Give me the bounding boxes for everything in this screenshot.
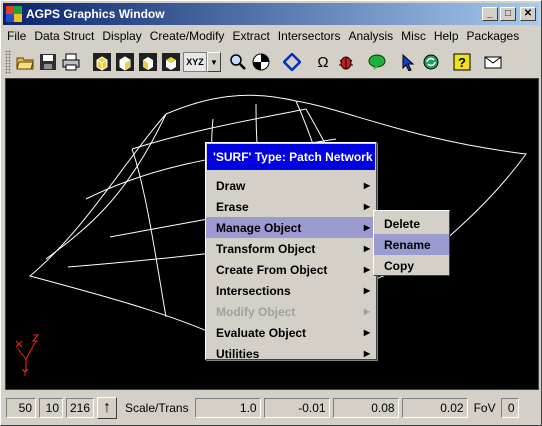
rotate-button[interactable]	[281, 51, 303, 73]
cube-top-icon	[139, 53, 157, 71]
menu-display[interactable]: Display	[98, 29, 145, 43]
ctx-item-transform-object[interactable]: Transform Object ▶	[206, 238, 376, 259]
object-context-menu: 'SURF' Type: Patch Network Draw ▶ Erase …	[205, 142, 377, 361]
menu-help[interactable]: Help	[430, 29, 463, 43]
scale-value[interactable]: 1.0	[194, 398, 261, 418]
view-top-button[interactable]	[137, 51, 159, 73]
status-field-1[interactable]: 50	[6, 398, 36, 418]
ctx-item-create-from-object[interactable]: Create From Object ▶	[206, 259, 376, 280]
chevron-down-icon[interactable]: ▼	[207, 52, 221, 72]
checker-target-icon	[252, 53, 270, 71]
pointer-arrow-icon	[402, 53, 415, 71]
save-button[interactable]	[37, 51, 59, 73]
chevron-right-icon: ▶	[363, 307, 370, 316]
mode-label: Scale/Trans	[125, 401, 189, 415]
zoom-button[interactable]	[227, 51, 249, 73]
cube-front-icon	[93, 53, 111, 71]
speech-bubble-icon	[368, 54, 386, 70]
status-bar: 50 10 216 ↑ Scale/Trans 1.0 -0.01 0.08 0…	[3, 393, 539, 423]
help-button[interactable]: ?	[451, 51, 473, 73]
chevron-right-icon: ▶	[363, 349, 370, 358]
submenu-delete[interactable]: Delete	[374, 213, 449, 234]
toolbar-grip[interactable]	[5, 50, 11, 74]
fit-button[interactable]	[250, 51, 272, 73]
ctx-item-intersections[interactable]: Intersections ▶	[206, 280, 376, 301]
chevron-right-icon: ▶	[363, 265, 370, 274]
status-field-3[interactable]: 216	[66, 398, 94, 418]
axis-triad	[15, 334, 40, 376]
submenu-rename[interactable]: Rename	[374, 234, 449, 255]
manage-object-submenu: Delete Rename Copy	[373, 210, 450, 276]
toolbar: XYZ ▼ Ω ?	[3, 47, 539, 77]
menu-misc[interactable]: Misc	[397, 29, 430, 43]
menu-extract[interactable]: Extract	[228, 29, 273, 43]
menu-bar: File Data Struct Display Create/Modify E…	[3, 26, 539, 46]
question-mark-icon: ?	[453, 53, 471, 71]
xyz-view-selector[interactable]: XYZ	[183, 52, 207, 72]
refresh-button[interactable]	[420, 51, 442, 73]
menu-analysis[interactable]: Analysis	[344, 29, 397, 43]
ctx-item-manage-object[interactable]: Manage Object ▶	[206, 217, 376, 238]
trans-z-value[interactable]: 0.02	[401, 398, 468, 418]
open-folder-button[interactable]	[14, 51, 36, 73]
comment-button[interactable]	[366, 51, 388, 73]
chevron-right-icon: ▶	[363, 223, 370, 232]
maximize-button[interactable]: □	[500, 7, 516, 21]
print-button[interactable]	[60, 51, 82, 73]
fov-label: FoV	[473, 401, 496, 415]
title-bar[interactable]: AGPS Graphics Window _ □ ✕	[3, 3, 539, 25]
printer-icon	[62, 53, 80, 71]
chevron-right-icon: ▶	[363, 202, 370, 211]
chevron-right-icon: ▶	[363, 244, 370, 253]
magnifier-icon	[230, 54, 246, 70]
refresh-icon	[423, 54, 439, 70]
ctx-item-modify-object: Modify Object ▶	[216, 304, 370, 319]
envelope-icon	[484, 56, 502, 69]
floppy-disk-icon	[40, 54, 56, 70]
trans-y-value[interactable]: 0.08	[332, 398, 399, 418]
menu-intersectors[interactable]: Intersectors	[274, 29, 345, 43]
agps-graphics-window: AGPS Graphics Window _ □ ✕ File Data Str…	[0, 0, 542, 426]
fov-value[interactable]: 0	[500, 398, 519, 418]
menu-data-struct[interactable]: Data Struct	[30, 29, 98, 43]
cube-iso-icon	[162, 53, 180, 71]
app-icon	[6, 6, 22, 22]
debug-button[interactable]	[335, 51, 357, 73]
trans-x-value[interactable]: -0.01	[263, 398, 330, 418]
chevron-right-icon: ▶	[363, 328, 370, 337]
close-button[interactable]: ✕	[520, 7, 536, 21]
arrow-up-icon[interactable]: ↑	[97, 397, 117, 419]
omega-button[interactable]: Ω	[312, 51, 334, 73]
submenu-copy[interactable]: Copy	[374, 255, 449, 276]
select-button[interactable]	[397, 51, 419, 73]
window-title: AGPS Graphics Window	[26, 7, 165, 21]
menu-file[interactable]: File	[3, 29, 30, 43]
chevron-right-icon: ▶	[363, 181, 370, 190]
ctx-item-evaluate-object[interactable]: Evaluate Object ▶	[206, 322, 376, 343]
menu-create-modify[interactable]: Create/Modify	[146, 29, 229, 43]
mail-button[interactable]	[482, 51, 504, 73]
view-side-button[interactable]	[114, 51, 136, 73]
cube-side-icon	[116, 53, 134, 71]
menu-packages[interactable]: Packages	[463, 29, 524, 43]
ctx-item-draw[interactable]: Draw ▶	[206, 175, 376, 196]
minimize-button[interactable]: _	[482, 7, 498, 21]
chevron-right-icon: ▶	[363, 286, 370, 295]
bug-icon	[339, 56, 353, 70]
status-field-2[interactable]: 10	[39, 398, 63, 418]
ctx-item-utilities[interactable]: Utilities ▶	[206, 343, 376, 364]
open-folder-icon	[16, 57, 34, 70]
view-front-button[interactable]	[91, 51, 113, 73]
ctx-item-erase[interactable]: Erase ▶	[206, 196, 376, 217]
svg-text:?: ?	[458, 55, 466, 70]
omega-icon: Ω	[317, 53, 329, 71]
view-iso-button[interactable]	[160, 51, 182, 73]
context-menu-header: 'SURF' Type: Patch Network	[207, 144, 375, 170]
diamond-icon	[283, 53, 301, 71]
